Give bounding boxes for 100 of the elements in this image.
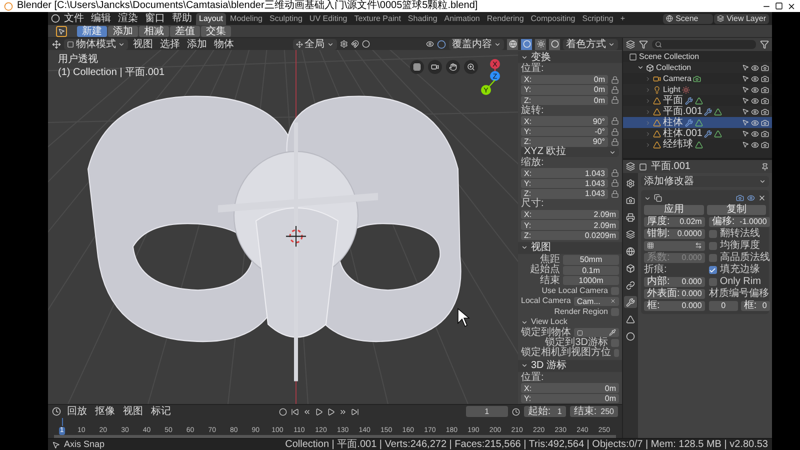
pin-icon[interactable]	[761, 162, 769, 170]
triangle-icon[interactable]	[695, 96, 703, 104]
number-field[interactable]: X: 90°	[521, 116, 608, 126]
search-icon[interactable]	[655, 41, 662, 48]
item-name[interactable]: Light	[663, 84, 680, 95]
menu-item[interactable]: 回放	[65, 406, 89, 417]
workspace-tab[interactable]: Animation	[441, 12, 483, 24]
expand-icon[interactable]	[521, 54, 528, 60]
item-name[interactable]: Collection	[656, 62, 692, 73]
number-field[interactable]: 框: 0.000	[644, 301, 705, 311]
panel-header[interactable]: 3D 游标	[518, 360, 622, 372]
eye-icon[interactable]	[751, 130, 759, 138]
scene-icon[interactable]	[666, 15, 673, 22]
expand-icon[interactable]	[521, 318, 528, 326]
maximize-icon[interactable]	[775, 2, 783, 10]
eyedropper-icon[interactable]	[609, 329, 616, 336]
mode-button[interactable]: 新建	[77, 26, 107, 36]
cube-icon[interactable]	[624, 262, 637, 274]
caret-icon[interactable]	[609, 148, 616, 156]
number-field[interactable]: 厚度: 0.02m	[644, 217, 705, 227]
workspace-tab[interactable]: Compositing	[528, 12, 578, 24]
number-field[interactable]: Y: 0m	[521, 85, 608, 95]
triangle-icon[interactable]	[695, 118, 703, 126]
current-frame-field[interactable]: 1	[466, 406, 508, 417]
eye-icon[interactable]	[747, 194, 755, 202]
workspace-tab[interactable]: Shading	[404, 12, 440, 24]
editor-type-icon[interactable]	[52, 407, 61, 416]
printer-icon[interactable]	[624, 211, 637, 223]
mode-button[interactable]: 相减	[139, 26, 169, 36]
mode-dropdown[interactable]: 物体模式	[64, 38, 128, 50]
axes-icon[interactable]	[296, 40, 302, 48]
checkbox[interactable]	[708, 230, 717, 238]
menu-item[interactable]: 视图	[121, 406, 145, 417]
eye-icon[interactable]	[751, 64, 759, 72]
shading-button[interactable]	[507, 38, 518, 50]
square-icon[interactable]	[629, 52, 637, 60]
copy-icon[interactable]	[654, 194, 662, 202]
copy-button[interactable]: 复制	[706, 205, 766, 215]
object-name[interactable]: 柱体.001	[663, 128, 702, 139]
caret-icon[interactable]	[494, 40, 501, 48]
link-icon[interactable]	[624, 279, 637, 291]
workspace-tab[interactable]: Rendering	[484, 12, 527, 24]
expand-icon[interactable]	[637, 64, 644, 71]
view-layer-selector[interactable]: View Layer	[714, 14, 769, 24]
caret-icon[interactable]	[326, 40, 334, 48]
checkbox[interactable]	[708, 254, 717, 262]
lock-icon[interactable]	[611, 86, 619, 94]
object-name[interactable]: 柱体	[663, 117, 683, 128]
expand-icon[interactable]	[644, 194, 651, 202]
previous-keyframe-icon[interactable]	[303, 408, 312, 416]
magnet-icon[interactable]	[350, 40, 358, 48]
layers-icon[interactable]	[716, 15, 724, 22]
number-field[interactable]: Z: 0m	[521, 96, 608, 106]
camera-field[interactable]: Cam...	[574, 296, 619, 306]
lightbulb-icon[interactable]	[653, 86, 661, 94]
triangle-icon[interactable]	[624, 313, 637, 325]
number-field[interactable]: 内部: 0.000	[644, 277, 705, 287]
clear-icon[interactable]	[610, 298, 616, 304]
menu-item[interactable]: 文件	[61, 12, 87, 24]
wrench-icon[interactable]	[624, 296, 637, 308]
lock-icon[interactable]	[611, 128, 619, 136]
apply-button[interactable]: 应用	[644, 205, 704, 215]
workspace-tab[interactable]: Layout	[196, 12, 226, 24]
invert-icon[interactable]	[694, 242, 702, 250]
globe-icon[interactable]	[624, 245, 637, 257]
shading-button[interactable]	[535, 38, 546, 50]
outliner-row[interactable]: 柱体	[623, 117, 772, 128]
mode-button[interactable]: 交集	[201, 26, 231, 36]
object-name[interactable]: 经纬球	[663, 139, 693, 150]
menu-item[interactable]: 物体	[212, 38, 236, 50]
object-icon[interactable]	[577, 330, 583, 336]
menu-item[interactable]: 窗口	[142, 12, 168, 24]
number-field[interactable]: 1000m	[563, 276, 619, 286]
workspace-tab[interactable]: Sculpting	[266, 12, 306, 24]
number-field[interactable]: X: 2.09m	[521, 210, 619, 220]
caret-icon[interactable]	[759, 178, 766, 185]
number-field[interactable]: Z: 1.043	[521, 189, 608, 199]
subpanel-title[interactable]: View Lock	[531, 317, 568, 328]
workspace-tab[interactable]: UV Editing	[306, 12, 350, 24]
camera-icon[interactable]	[761, 118, 769, 126]
object-field[interactable]	[574, 328, 619, 338]
clock-icon[interactable]	[512, 408, 520, 416]
number-field[interactable]: Z: 0.0209m	[521, 230, 619, 240]
number-field[interactable]: 外表面: 0.000	[644, 289, 705, 299]
number-field[interactable]: 0	[708, 301, 738, 311]
grid-icon[interactable]	[410, 60, 424, 74]
object-name[interactable]: 平面	[663, 95, 683, 106]
camera-icon[interactable]	[761, 130, 769, 138]
item-name[interactable]: Scene Collection	[639, 51, 700, 62]
box-icon[interactable]	[646, 64, 654, 72]
checkbox[interactable]	[708, 242, 717, 250]
lock-icon[interactable]	[611, 96, 619, 104]
checkbox[interactable]	[708, 278, 717, 286]
filter-icon[interactable]	[639, 40, 648, 49]
menu-item[interactable]: 抠像	[93, 406, 117, 417]
zoom-icon[interactable]	[464, 60, 478, 74]
eye-icon[interactable]	[751, 86, 759, 94]
menu-item[interactable]: 添加	[185, 38, 209, 50]
layers-icon[interactable]	[624, 228, 637, 240]
play-reverse-icon[interactable]	[315, 408, 324, 416]
